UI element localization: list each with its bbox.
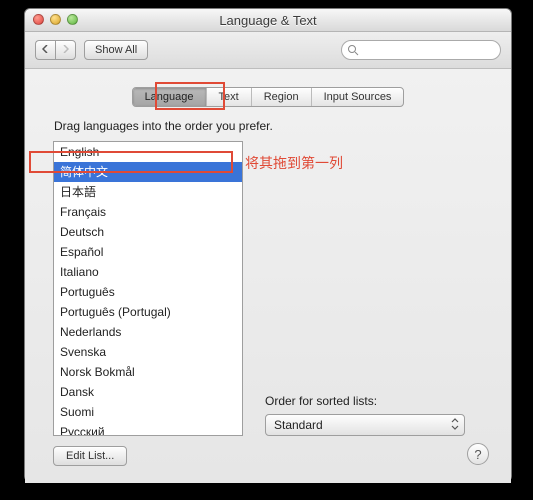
language-item[interactable]: Português (Portugal) [54,302,242,322]
chevron-right-icon [62,45,69,53]
help-icon: ? [474,447,481,462]
language-item[interactable]: Português [54,282,242,302]
tab-input-sources[interactable]: Input Sources [312,88,404,106]
language-list[interactable]: English简体中文日本語FrançaisDeutschEspañolItal… [53,141,243,436]
language-item[interactable]: Suomi [54,402,242,422]
drag-instruction: Drag languages into the order you prefer… [54,119,491,133]
tab-language[interactable]: Language [133,88,207,106]
language-item[interactable]: 日本語 [54,182,242,202]
language-item[interactable]: Deutsch [54,222,242,242]
tab-text[interactable]: Text [207,88,252,106]
tab-bar: LanguageTextRegionInput Sources [132,87,405,107]
titlebar: Language & Text [25,9,511,32]
minimize-window-button[interactable] [50,14,61,25]
language-item[interactable]: Nederlands [54,322,242,342]
toolbar: Show All [25,32,511,69]
edit-list-button[interactable]: Edit List... [53,446,127,466]
search-field[interactable] [341,40,501,60]
language-item[interactable]: English [54,142,242,162]
language-item[interactable]: Français [54,202,242,222]
show-all-button[interactable]: Show All [84,40,148,60]
annotation-text: 将其拖到第一列 [245,153,343,173]
zoom-window-button[interactable] [67,14,78,25]
language-item[interactable]: Norsk Bokmål [54,362,242,382]
updown-icon [450,417,460,434]
language-item[interactable]: Dansk [54,382,242,402]
help-button[interactable]: ? [467,443,489,465]
language-item[interactable]: Svenska [54,342,242,362]
chevron-left-icon [42,45,49,53]
search-icon [347,44,359,56]
language-item[interactable]: Italiano [54,262,242,282]
order-select-value: Standard [274,418,323,432]
close-window-button[interactable] [33,14,44,25]
tab-region[interactable]: Region [252,88,312,106]
preferences-window: Language & Text Show All LanguageTextReg… [24,8,512,482]
order-label: Order for sorted lists: [265,394,377,408]
content-area: LanguageTextRegionInput Sources Drag lan… [25,69,511,483]
back-button[interactable] [35,40,55,60]
forward-button[interactable] [55,40,76,60]
language-item[interactable]: 简体中文 [54,162,242,182]
language-item[interactable]: Русский [54,422,242,436]
window-title: Language & Text [25,13,511,28]
nav-segment [35,40,76,60]
order-select[interactable]: Standard [265,414,465,436]
language-item[interactable]: Español [54,242,242,262]
